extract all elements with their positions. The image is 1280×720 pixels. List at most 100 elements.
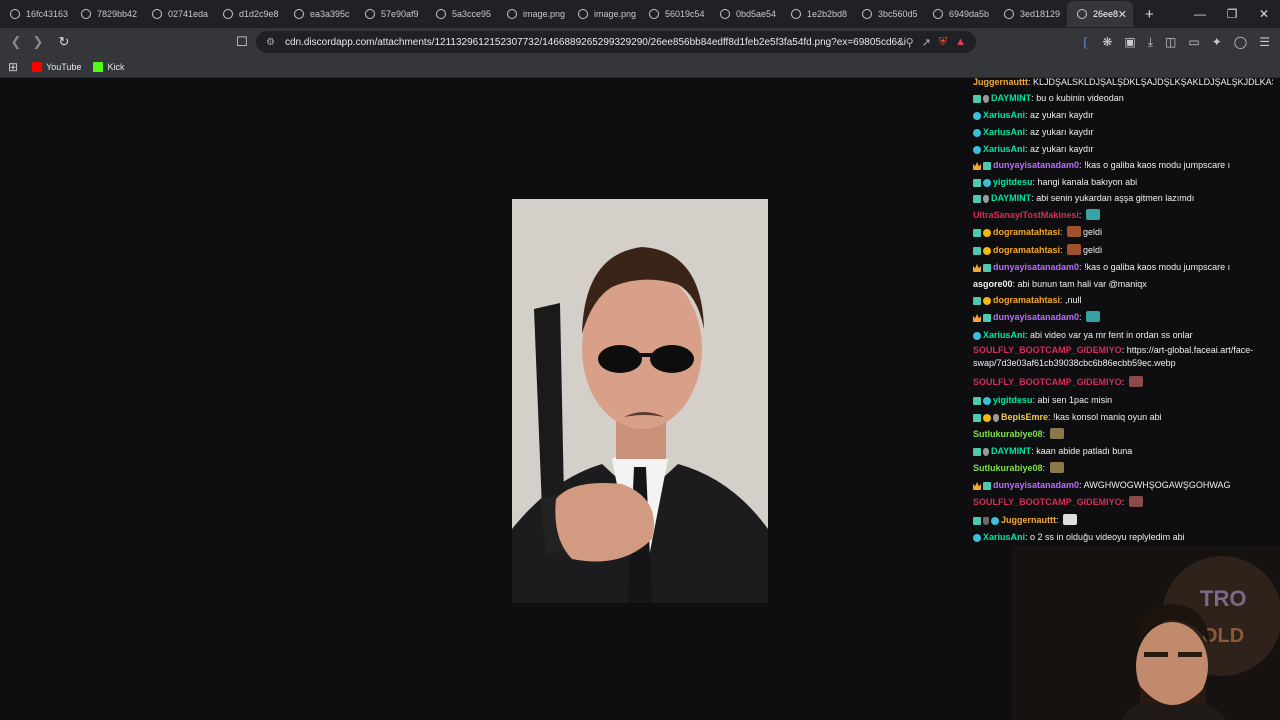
kick-icon [93,61,104,72]
close-window-icon[interactable]: ✕ [1248,7,1280,21]
chat-badges [973,263,993,276]
chat-username[interactable]: XariusAni [983,110,1025,120]
extensions-icon[interactable]: ❋ [1102,35,1112,49]
chat-username[interactable]: asgore00 [973,279,1013,289]
tab[interactable]: 57e90af9 [355,1,426,27]
tab[interactable]: d1d2c9e8 [213,1,284,27]
tab[interactable]: ea3a395c [284,1,355,27]
tab[interactable]: 56019c54 [639,1,710,27]
zoom-icon[interactable]: ⚲ [906,36,914,49]
chat-badges [973,194,991,207]
forward-icon[interactable]: ❯ [28,34,48,50]
chat-username[interactable]: XariusAni [983,144,1025,154]
chat-badges [973,145,983,158]
leo-ai-icon[interactable]: ✦ [1212,35,1222,49]
tab[interactable]: 1e2b2bd8 [781,1,852,27]
chat-username[interactable]: Juggernauttt [1001,515,1056,525]
tab[interactable]: 7829bb42 [71,1,142,27]
chat-message: UltraSanayiTostMakinesi: [973,209,1273,222]
wallet-icon[interactable]: ▭ [1188,35,1199,49]
minimize-icon[interactable]: — [1184,7,1216,21]
chat-username[interactable]: DAYMINT [991,193,1031,203]
chat-username[interactable]: SOULFLY_BOOTCAMP_GIDEMIYO [973,497,1122,507]
chat-message: Juggernauttt: KLJDŞALSKLDJŞALŞDKLŞAJDŞLK… [973,76,1273,89]
tab-favicon-icon [791,9,801,19]
chat-username[interactable]: dogramatahtasi [993,245,1060,255]
chat-username[interactable]: dunyayisatanadam0 [993,480,1079,490]
site-info-icon[interactable]: ⚙ [266,37,275,48]
tab[interactable]: 6949da5b [923,1,994,27]
brave-rewards-icon[interactable]: ▲ [955,36,966,48]
chat-username[interactable]: UltraSanayiTostMakinesi [973,210,1079,220]
chat-badges [973,481,993,494]
tab[interactable]: 0bd5ae54 [710,1,781,27]
blue-badge-icon [973,112,981,120]
chat-username[interactable]: XariusAni [983,330,1025,340]
chat-username[interactable]: dunyayisatanadam0 [993,312,1079,322]
tab[interactable]: 16fc43163 [0,1,71,27]
chat-username[interactable]: Juggernauttt [973,77,1028,87]
streamer-webcam: TRO OLD [1012,546,1280,720]
chat-badges [973,331,983,344]
chat-username[interactable]: DAYMINT [991,446,1031,456]
vpn-icon[interactable]: ◯ [1234,35,1247,49]
apps-grid-icon[interactable]: ⊞ [8,60,18,74]
brave-shields-icon[interactable]: ⛨ [939,36,947,49]
chat-username[interactable]: dogramatahtasi [993,227,1060,237]
viewed-image[interactable] [512,199,768,603]
chat-username[interactable]: SOULFLY_BOOTCAMP_GIDEMIYO [973,345,1122,355]
emote-icon [1085,209,1100,220]
audio-icon[interactable]: ❲ [1080,35,1090,49]
restore-icon[interactable]: ❐ [1216,7,1248,21]
bookmark-youtube[interactable]: YouTube [32,61,81,72]
menu-icon[interactable]: ☰ [1259,35,1270,49]
chat-username[interactable]: Sutlukurabiye08 [973,429,1043,439]
chat-username[interactable]: DAYMINT [991,93,1031,103]
crown-badge-icon [973,264,981,272]
tab[interactable]: 3bc560d5 [852,1,923,27]
chat-message: SOULFLY_BOOTCAMP_GIDEMIYO: [973,496,1273,509]
address-url[interactable]: cdn.discordapp.com/attachments/121132961… [285,37,906,48]
tab[interactable]: 02741eda [142,1,213,27]
download-icon[interactable]: ⤓ [1148,35,1153,50]
new-tab-icon[interactable]: + [1145,6,1154,23]
address-bar[interactable]: ⚙ cdn.discordapp.com/attachments/1211329… [256,31,976,53]
chat-username[interactable]: dogramatahtasi [993,295,1060,305]
tab-active[interactable]: 26ee8 ✕ [1067,1,1133,27]
tab[interactable]: image.png [497,1,568,27]
tab-close-icon[interactable]: ✕ [1118,8,1127,21]
tab[interactable]: image.png [568,1,639,27]
tab-favicon-icon [720,9,730,19]
tab[interactable]: 5a3cce95 [426,1,497,27]
screenshot-icon[interactable]: ▣ [1124,35,1135,49]
bookmark-kick[interactable]: Kick [93,61,124,72]
chat-username[interactable]: yigitdesu [993,177,1033,187]
sidebar-icon[interactable]: ◫ [1165,35,1176,49]
reload-icon[interactable]: ↻ [54,34,74,50]
tab-title: 26ee8 [1093,9,1119,19]
tab-strip: 16fc43163 7829bb42 02741eda d1d2c9e8 ea3a395… [0,0,1280,28]
chat-message: SOULFLY_BOOTCAMP_GIDEMIYO: https://art-g… [973,344,1273,370]
chat-username[interactable]: SOULFLY_BOOTCAMP_GIDEMIYO [973,377,1122,387]
chat-username[interactable]: XariusAni [983,532,1025,542]
tab[interactable]: 3ed18129 [994,1,1065,27]
chat-separator: : [1121,377,1127,387]
chat-username[interactable]: BepisEmre [1001,412,1048,422]
chat-username[interactable]: XariusAni [983,127,1025,137]
chat-badges [973,396,993,409]
chat-username[interactable]: dunyayisatanadam0 [993,160,1079,170]
chat-badges [973,413,1001,426]
tab-title: image.png [523,9,566,19]
emote-icon [1128,376,1143,387]
chat-username[interactable]: Sutlukurabiye08 [973,463,1043,473]
tab-favicon-icon [649,9,659,19]
chat-text: !kas o galiba kaos modu jumpscare ı [1084,262,1231,272]
share-icon[interactable]: ↗ [922,36,931,49]
chat-text: AWGHWOGWHŞOGAWŞGOHWAG [1083,480,1231,490]
chat-message: XariusAni: az yukarı kaydır [973,109,1273,124]
bookmark-icon[interactable]: ☐ [232,34,252,50]
chat-message: dunyayisatanadam0: !kas o galiba kaos mo… [973,159,1273,174]
chat-username[interactable]: yigitdesu [993,395,1033,405]
back-icon[interactable]: ❮ [6,34,26,50]
chat-username[interactable]: dunyayisatanadam0 [993,262,1079,272]
